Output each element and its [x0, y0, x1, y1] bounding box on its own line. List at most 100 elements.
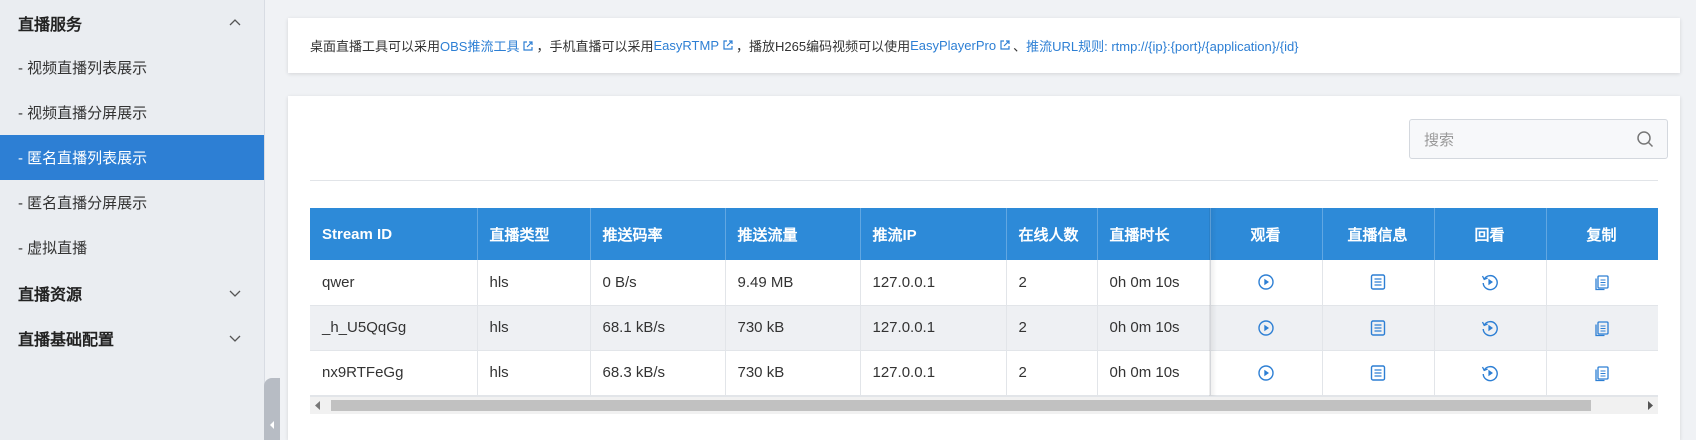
copy-icon[interactable]: [1593, 319, 1611, 337]
cell-duration: 0h 0m 10s: [1097, 260, 1211, 306]
play-icon[interactable]: [1257, 319, 1275, 337]
cell-stream-id: nx9RTFeGg: [310, 350, 478, 396]
replay-icon[interactable]: [1481, 273, 1499, 291]
cell-type: hls: [477, 305, 591, 351]
push-url-rule-link[interactable]: 推流URL规则: rtmp://{ip}:{port}/{application…: [1026, 36, 1298, 55]
col-header-replay: 回看: [1434, 208, 1547, 260]
scrollbar-thumb[interactable]: [331, 400, 1591, 411]
info-list-icon[interactable]: [1369, 273, 1387, 291]
cell-traffic: 9.49 MB: [725, 260, 861, 306]
cell-ip: 127.0.0.1: [860, 305, 1007, 351]
sidebar-item-virtual-live[interactable]: - 虚拟直播: [0, 225, 264, 270]
col-header-watch: 观看: [1210, 208, 1323, 260]
notice-text: ，手机直播可以采用: [536, 39, 654, 54]
sidebar-item-label: - 视频直播分屏展示: [18, 105, 148, 122]
cell-online: 2: [1006, 260, 1098, 306]
table-body: qwer hls 0 B/s 9.49 MB 127.0.0.1 2 0h 0m 10s _h…: [310, 260, 1658, 396]
scroll-left-arrow-icon[interactable]: [315, 401, 321, 410]
play-icon[interactable]: [1257, 273, 1275, 291]
cell-action: [1322, 305, 1435, 351]
col-header-ip[interactable]: 推流IP: [860, 208, 1007, 260]
main-panel: Stream ID 直播类型 推送码率 推送流量 推流IP 在线人数 直播时长 …: [288, 96, 1680, 440]
menu-group-label: 直播资源: [18, 286, 83, 304]
external-link-icon: [523, 41, 534, 51]
info-list-icon[interactable]: [1369, 319, 1387, 337]
cell-action: [1546, 305, 1658, 351]
cell-bitrate: 0 B/s: [590, 260, 726, 306]
link-label: 推流URL规则: rtmp://{ip}:{port}/{application…: [1026, 39, 1299, 54]
cell-traffic: 730 kB: [725, 305, 861, 351]
col-header-copy: 复制: [1546, 208, 1658, 260]
menu-group-label: 直播基础配置: [18, 331, 115, 349]
chevron-down-icon: [229, 290, 241, 297]
sidebar-item-video-live-split[interactable]: - 视频直播分屏展示: [0, 90, 264, 135]
menu-group-live-resources[interactable]: 直播资源: [0, 270, 264, 315]
cell-bitrate: 68.3 kB/s: [590, 350, 726, 396]
link-label: EasyPlayerPro: [910, 38, 997, 53]
horizontal-scrollbar[interactable]: [310, 396, 1658, 414]
menu-group-live-service[interactable]: 直播服务: [0, 0, 264, 45]
chevron-up-icon: [229, 18, 241, 25]
cell-traffic: 730 kB: [725, 350, 861, 396]
cell-action: [1434, 350, 1547, 396]
cell-online: 2: [1006, 305, 1098, 351]
sidebar-item-anonymous-live-split[interactable]: - 匿名直播分屏展示: [0, 180, 264, 225]
caret-left-icon: [270, 421, 274, 429]
divider: [310, 180, 1658, 181]
cell-stream-id: _h_U5QqGg: [310, 305, 478, 351]
search-icon[interactable]: [1636, 130, 1654, 148]
cell-ip: 127.0.0.1: [860, 350, 1007, 396]
cell-duration: 0h 0m 10s: [1097, 350, 1211, 396]
notice-text: ，播放H265编码视频可以使用: [736, 39, 911, 54]
easyrtmp-link[interactable]: EasyRTMP: [654, 38, 737, 53]
info-list-icon[interactable]: [1369, 364, 1387, 382]
link-label: EasyRTMP: [653, 38, 720, 53]
cell-action: [1210, 350, 1323, 396]
table-row: qwer hls 0 B/s 9.49 MB 127.0.0.1 2 0h 0m 10s: [310, 260, 1658, 306]
col-header-traffic[interactable]: 推送流量: [725, 208, 861, 260]
cell-online: 2: [1006, 350, 1098, 396]
external-link-icon: [1000, 40, 1010, 50]
menu-group-label: 直播服务: [18, 16, 83, 34]
table-row: _h_U5QqGg hls 68.1 kB/s 730 kB 127.0.0.1 2 0h …: [310, 305, 1658, 351]
menu-group-live-basic-config[interactable]: 直播基础配置: [0, 315, 264, 360]
replay-icon[interactable]: [1481, 364, 1499, 382]
cell-type: hls: [477, 350, 591, 396]
col-header-bitrate[interactable]: 推送码率: [590, 208, 726, 260]
col-header-info: 直播信息: [1322, 208, 1435, 260]
easyplayerpro-link[interactable]: EasyPlayerPro: [910, 38, 1013, 53]
col-header-type[interactable]: 直播类型: [477, 208, 591, 260]
sidebar-item-label: - 虚拟直播: [18, 240, 88, 257]
copy-icon[interactable]: [1593, 273, 1611, 291]
table-header-row: Stream ID 直播类型 推送码率 推送流量 推流IP 在线人数 直播时长 …: [310, 208, 1658, 260]
copy-icon[interactable]: [1593, 364, 1611, 382]
notice-text: 、: [1013, 39, 1027, 54]
cell-bitrate: 68.1 kB/s: [590, 305, 726, 351]
sidebar-item-video-live-list[interactable]: - 视频直播列表展示: [0, 45, 264, 90]
sidebar-item-label: - 匿名直播分屏展示: [18, 195, 148, 212]
external-link-icon: [723, 40, 733, 50]
cell-ip: 127.0.0.1: [860, 260, 1007, 306]
chevron-down-icon: [229, 335, 241, 342]
search-input[interactable]: [1410, 120, 1636, 160]
link-label: OBS推流工具: [440, 39, 520, 54]
cell-action: [1546, 350, 1658, 396]
sidebar-item-label: - 视频直播列表展示: [18, 60, 148, 77]
sidebar-collapse-handle[interactable]: [264, 378, 280, 440]
sidebar: 直播服务 - 视频直播列表展示 - 视频直播分屏展示 - 匿名直播列表展示 - …: [0, 0, 265, 440]
obs-tool-link[interactable]: OBS推流工具: [440, 36, 536, 55]
col-header-online[interactable]: 在线人数: [1006, 208, 1098, 260]
replay-icon[interactable]: [1481, 319, 1499, 337]
sidebar-item-anonymous-live-list[interactable]: - 匿名直播列表展示: [0, 135, 264, 180]
stream-table-wrapper: Stream ID 直播类型 推送码率 推送流量 推流IP 在线人数 直播时长 …: [310, 208, 1658, 404]
notice-text: 桌面直播工具可以采用: [310, 39, 441, 54]
col-header-stream-id[interactable]: Stream ID: [310, 208, 478, 260]
play-icon[interactable]: [1257, 364, 1275, 382]
cell-action: [1434, 305, 1547, 351]
col-header-duration[interactable]: 直播时长: [1097, 208, 1211, 260]
cell-action: [1210, 305, 1323, 351]
search-box: [1409, 119, 1668, 160]
scroll-right-arrow-icon[interactable]: [1647, 401, 1653, 410]
table-row: nx9RTFeGg hls 68.3 kB/s 730 kB 127.0.0.1 2 0h …: [310, 350, 1658, 396]
sidebar-item-label: - 匿名直播列表展示: [18, 150, 148, 167]
